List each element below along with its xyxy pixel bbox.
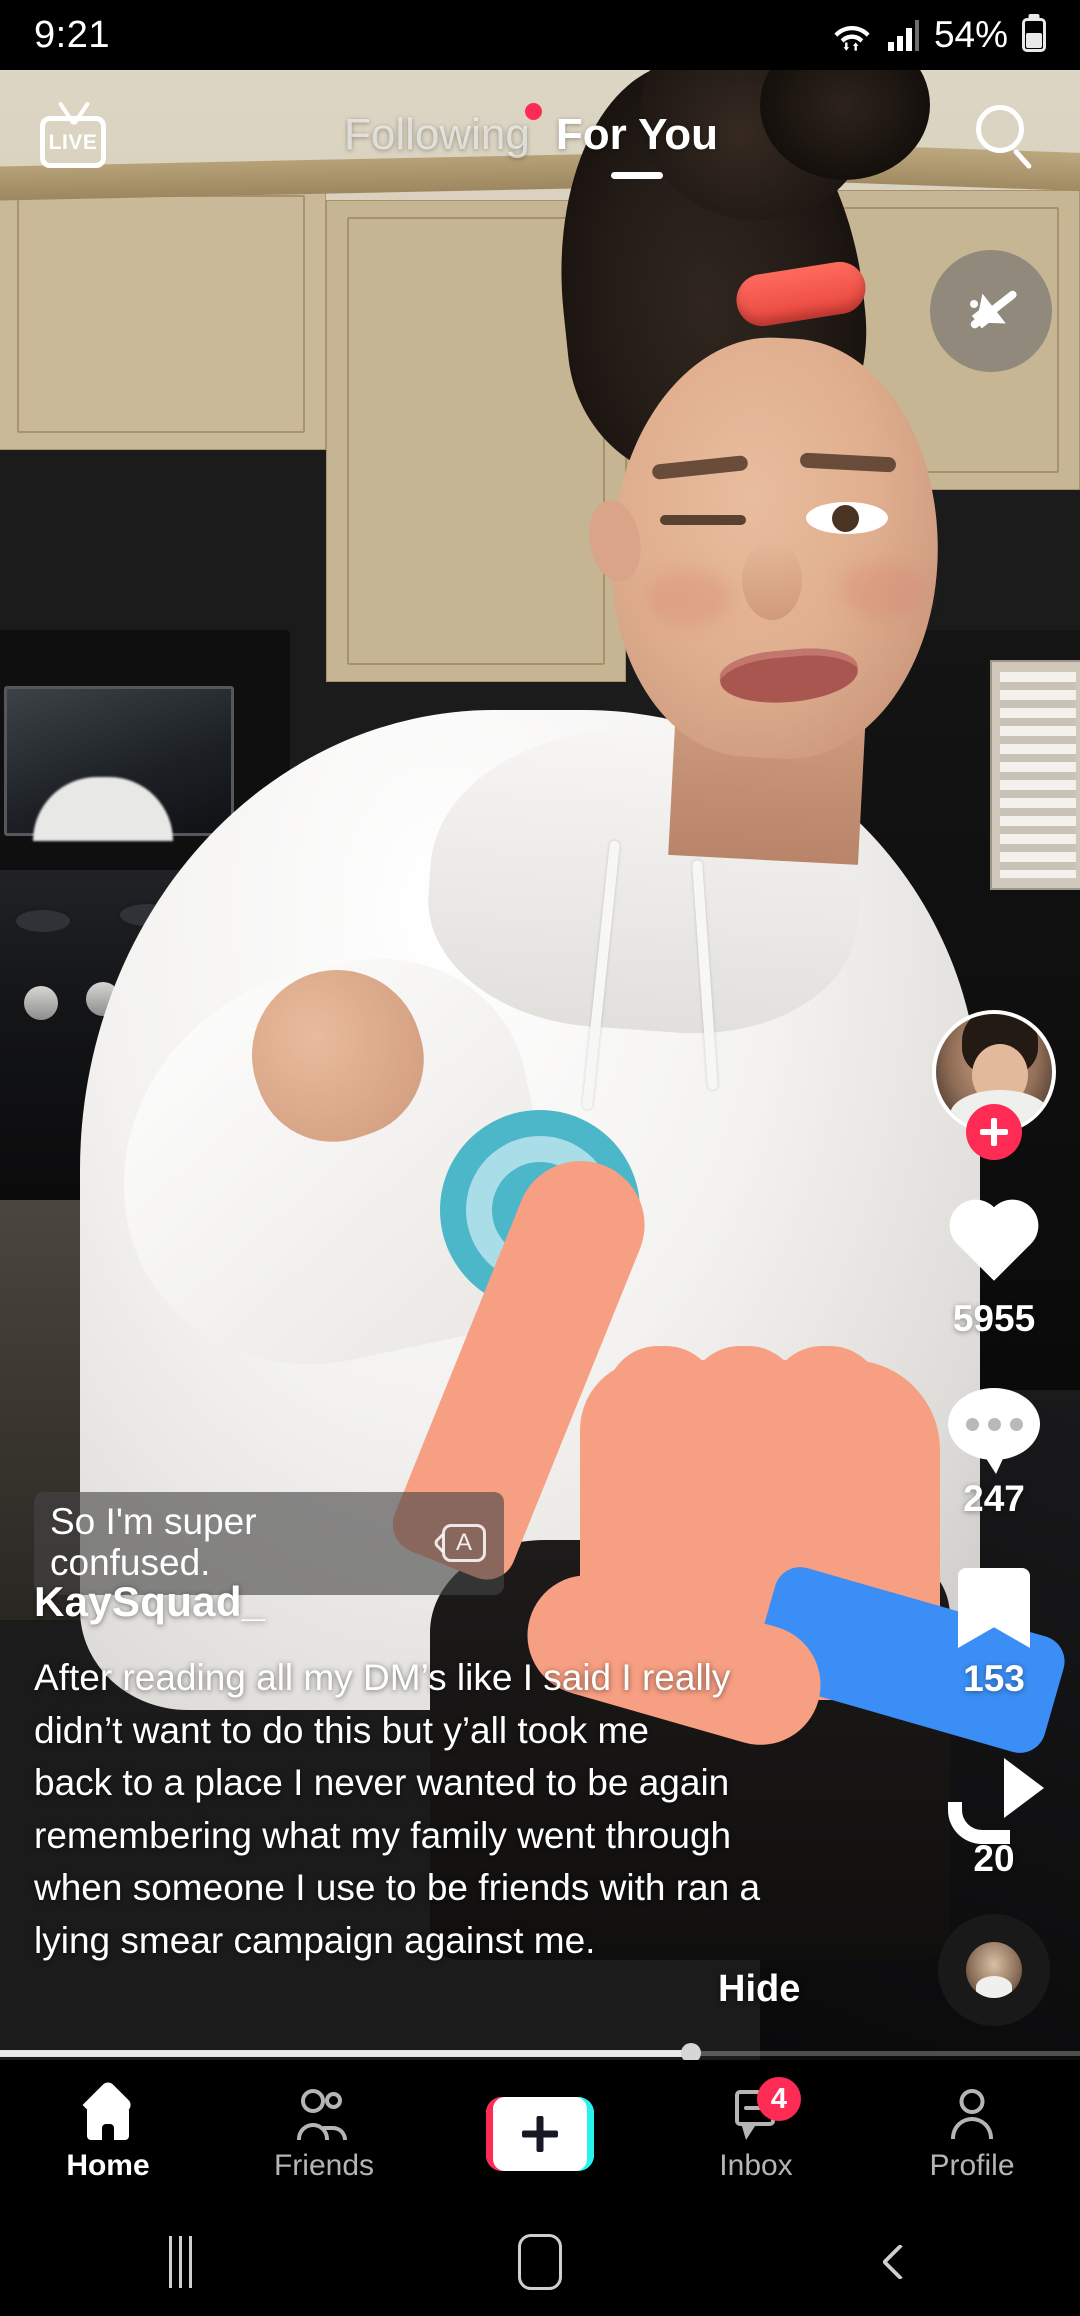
battery-percent-label: 54% <box>933 14 1008 55</box>
back-icon <box>881 2243 919 2281</box>
nav-item-home[interactable]: Home <box>0 2079 216 2182</box>
nav-friends-label: Friends <box>273 2149 375 2182</box>
recents-icon <box>168 2236 192 2288</box>
tab-following-label: Following <box>343 110 530 159</box>
nav-item-inbox[interactable]: 4 Inbox <box>648 2077 864 2182</box>
status-bar-clock: 9:21 <box>34 13 110 56</box>
share-icon <box>944 1754 1044 1846</box>
search-button[interactable] <box>966 95 1046 175</box>
home-icon <box>518 2234 562 2290</box>
live-tv-icon: LIVE <box>40 116 106 168</box>
friends-icon <box>295 2087 353 2141</box>
heart-icon <box>944 1200 1044 1292</box>
subtitle-text: So I'm super confused. <box>50 1501 257 1583</box>
feed-tabs: Following For You <box>343 103 719 179</box>
person-cheek <box>840 562 926 618</box>
live-button[interactable]: LIVE <box>34 96 112 174</box>
search-icon <box>976 105 1024 153</box>
comment-icon <box>944 1380 1044 1474</box>
speaker-muted-icon <box>970 290 1017 329</box>
bookmark-button[interactable]: 153 <box>944 1560 1044 1700</box>
status-bar-icons: 54% <box>832 14 1046 56</box>
wifi-icon <box>834 26 870 51</box>
search-icon-handle <box>1012 148 1033 170</box>
music-disc-icon[interactable] <box>938 1914 1050 2026</box>
battery-icon <box>1022 18 1046 52</box>
nav-home-label: Home <box>66 2149 150 2182</box>
hide-button[interactable]: Hide <box>718 1968 800 2011</box>
android-system-navigation <box>0 2208 1080 2316</box>
bottom-navigation-bar: Home Friends 4 Inbox Profile <box>0 2060 1080 2208</box>
person-cheek <box>646 570 732 626</box>
status-bar: 9:21 54% <box>0 0 1080 70</box>
video-description[interactable]: After reading all my DM’s like I said I … <box>34 1652 794 1967</box>
active-tab-underline <box>610 172 663 179</box>
person-nose <box>742 540 802 620</box>
comment-count: 247 <box>963 1478 1025 1519</box>
nav-item-create[interactable] <box>432 2097 648 2171</box>
nav-inbox-label: Inbox <box>719 2149 793 2182</box>
system-back-button[interactable] <box>720 2208 1080 2316</box>
follow-button[interactable] <box>966 1104 1022 1160</box>
nav-item-friends[interactable]: Friends <box>216 2087 432 2181</box>
system-home-button[interactable] <box>360 2208 720 2316</box>
nav-profile-label: Profile <box>929 2149 1015 2182</box>
bookmark-count: 153 <box>963 1658 1025 1699</box>
create-icon <box>486 2097 594 2171</box>
person-eye <box>806 502 888 534</box>
video-progress-bar[interactable] <box>0 2043 1080 2063</box>
tab-following[interactable]: Following <box>343 103 542 159</box>
action-rail: 5955 247 153 20 <box>924 1010 1064 2026</box>
progress-fill <box>0 2050 692 2057</box>
live-label: LIVE <box>48 130 98 154</box>
home-icon <box>79 2079 137 2141</box>
like-button[interactable]: 5955 <box>944 1200 1044 1340</box>
music-disc-artwork <box>966 1942 1022 1998</box>
inbox-badge: 4 <box>757 2077 801 2121</box>
top-navigation-bar: LIVE Following For You <box>0 70 1080 200</box>
profile-icon <box>943 2087 1001 2141</box>
tab-for-you-label: For You <box>555 110 719 159</box>
nav-item-profile[interactable]: Profile <box>864 2087 1080 2181</box>
share-button[interactable]: 20 <box>944 1740 1044 1880</box>
comment-button[interactable]: 247 <box>944 1380 1044 1520</box>
tap-hand-cursor-overlay <box>384 1130 1071 1760</box>
cellular-signal-icon <box>887 20 919 51</box>
following-notification-dot <box>524 103 542 120</box>
recents-button[interactable] <box>0 2208 360 2316</box>
author-avatar-button[interactable] <box>932 1010 1056 1160</box>
bookmark-icon <box>944 1560 1044 1652</box>
like-count: 5955 <box>952 1298 1036 1339</box>
author-username[interactable]: KaySquad_ <box>34 1578 265 1626</box>
mute-toggle-button[interactable] <box>930 250 1052 372</box>
tab-for-you[interactable]: For You <box>555 110 719 179</box>
person-eye-winking <box>660 515 746 525</box>
inbox-icon: 4 <box>727 2077 801 2141</box>
auto-caption-icon[interactable] <box>432 1523 486 1562</box>
